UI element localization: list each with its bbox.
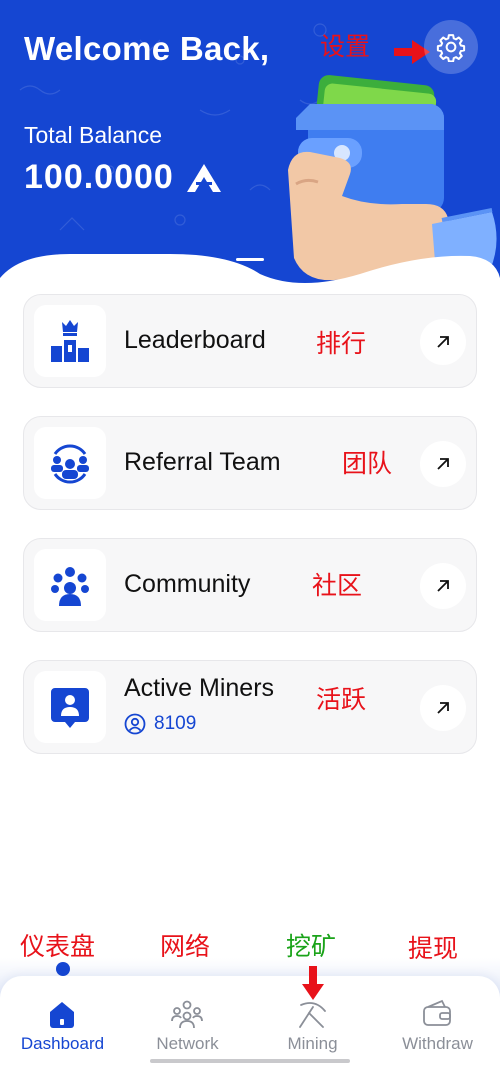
community-card[interactable]: Community 社区	[23, 538, 477, 632]
nav-label: Network	[156, 1034, 219, 1053]
network-icon	[167, 994, 207, 1034]
user-circle-icon	[124, 713, 146, 735]
settings-annotation: 设置	[320, 32, 371, 61]
gear-icon	[436, 34, 466, 62]
home-indicator	[150, 1059, 350, 1063]
dashboard-annotation: 仪表盘	[20, 932, 96, 961]
podium-crown-icon	[51, 320, 89, 362]
active-tab-dot	[56, 962, 70, 976]
leaderboard-card[interactable]: Leaderboard 排行	[23, 294, 477, 388]
mining-annotation: 挖矿	[286, 932, 337, 961]
arrow-up-right-icon	[437, 336, 449, 348]
welcome-title: Welcome Back,	[24, 30, 270, 67]
settings-button[interactable]	[424, 20, 478, 74]
card-title: Community	[124, 570, 251, 598]
coin-logo-icon	[186, 163, 221, 192]
card-arrow-button[interactable]	[420, 441, 466, 487]
arrow-up-right-icon	[437, 702, 449, 714]
card-icon-container	[34, 305, 106, 377]
header-wave	[0, 254, 500, 300]
pull-handle	[236, 258, 264, 261]
active-annotation: 活跃	[316, 685, 367, 714]
nav-label: Mining	[287, 1034, 338, 1053]
balance-row: 100.0000	[24, 158, 222, 197]
card-title: Leaderboard	[124, 326, 266, 354]
active-miners-count: 8109	[124, 713, 196, 735]
active-miners-card[interactable]: Active Miners 8109 活跃	[23, 660, 477, 754]
balance-value: 100.0000	[24, 158, 174, 196]
card-title: Active Miners	[124, 674, 275, 702]
pickaxe-icon	[292, 994, 332, 1034]
team-circle-icon	[51, 444, 89, 484]
card-arrow-button[interactable]	[420, 563, 466, 609]
wallet-icon	[417, 994, 457, 1034]
community-group-icon	[51, 567, 89, 606]
miners-count-value: 8109	[154, 713, 197, 734]
home-icon	[42, 994, 82, 1034]
referral-annotation: 团队	[342, 449, 393, 478]
balance-label: Total Balance	[24, 122, 163, 148]
nav-label: Withdraw	[402, 1034, 473, 1053]
leaderboard-annotation: 排行	[316, 329, 367, 358]
red-arrow-down-icon	[302, 966, 324, 1000]
header-banner: Welcome Back, Total Balance 100.0000 设置	[0, 0, 500, 300]
arrow-up-right-icon	[437, 458, 449, 470]
nav-label: Dashboard	[20, 1034, 105, 1053]
card-icon-container	[34, 427, 106, 499]
nav-withdraw[interactable]: Withdraw	[375, 976, 500, 1065]
card-arrow-button[interactable]	[420, 319, 466, 365]
arrow-up-right-icon	[437, 580, 449, 592]
nav-dashboard[interactable]: Dashboard	[0, 976, 125, 1065]
nav-network[interactable]: Network	[125, 976, 250, 1065]
community-annotation: 社区	[312, 571, 363, 600]
network-annotation: 网络	[160, 932, 211, 961]
card-icon-container	[34, 549, 106, 621]
card-title: Referral Team	[124, 448, 281, 476]
card-icon-container	[34, 671, 106, 743]
referral-team-card[interactable]: Referral Team 团队	[23, 416, 477, 510]
bottom-nav: Dashboard Network Mining Withdraw	[0, 976, 500, 1065]
miner-badge-icon	[51, 688, 89, 728]
card-arrow-button[interactable]	[420, 685, 466, 731]
